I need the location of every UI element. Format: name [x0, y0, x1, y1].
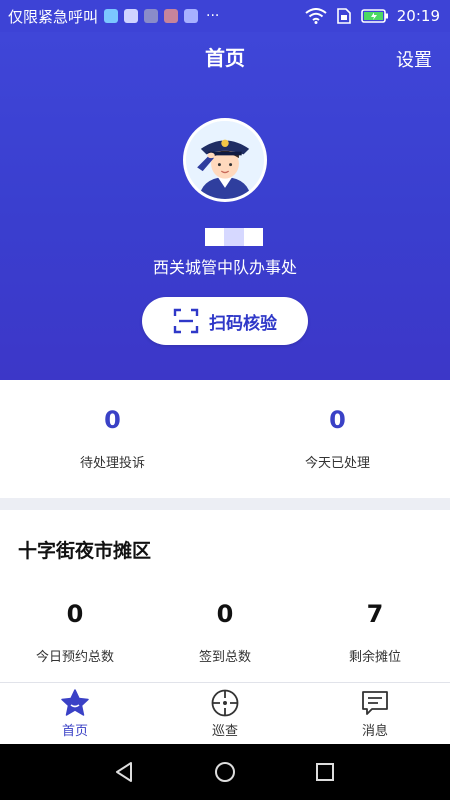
stats-card: 0 待处理投诉 0 今天已处理: [0, 380, 450, 498]
pending-complaints-stat[interactable]: 0 待处理投诉: [0, 406, 225, 471]
stat-label: 签到总数: [198, 650, 251, 665]
tab-patrol-label: 巡查: [211, 724, 238, 739]
pending-complaints-label: 待处理投诉: [79, 456, 145, 471]
back-icon[interactable]: [113, 761, 135, 783]
office-name: 西关城管中队办事处: [152, 258, 297, 277]
scan-verify-button[interactable]: 扫码核验: [142, 297, 308, 345]
sign-in-total-stat[interactable]: 0 签到总数: [150, 600, 300, 665]
officer-avatar-icon: [186, 121, 264, 199]
status-bar: 仅限紧急呼叫 ··· 20:19: [0, 0, 450, 32]
handled-today-value: 0: [329, 406, 346, 434]
tab-home[interactable]: 首页: [0, 688, 150, 739]
system-nav-bar: [0, 744, 450, 800]
status-right: 20:19: [305, 7, 450, 25]
carrier-text: 仅限紧急呼叫: [8, 7, 99, 26]
recent-apps-icon[interactable]: [314, 761, 336, 783]
scan-icon: [173, 308, 199, 334]
avatar: [183, 118, 267, 202]
tab-messages[interactable]: 消息: [300, 688, 450, 739]
page-title: 首页: [205, 46, 245, 70]
tab-messages-label: 消息: [361, 724, 388, 739]
remaining-stalls-stat[interactable]: 7 剩余摊位: [300, 600, 450, 665]
notification-app-icon: [184, 9, 199, 23]
battery-charging-icon: [360, 9, 388, 23]
market-card: 十字街夜市摊区 0 今日预约总数 0 签到总数 7 剩余摊位: [0, 510, 450, 682]
sim-card-icon: [336, 8, 351, 24]
scan-verify-label: 扫码核验: [209, 313, 277, 334]
section-divider: [0, 498, 450, 510]
stat-label: 剩余摊位: [348, 650, 401, 665]
wifi-icon: [305, 8, 327, 24]
stat-value: 7: [366, 600, 384, 628]
today-bookings-stat[interactable]: 0 今日预约总数: [0, 600, 150, 665]
stat-value: 0: [66, 600, 84, 628]
bottom-tab-bar: 首页 巡查 消息: [0, 682, 450, 745]
settings-button[interactable]: 设置: [396, 46, 432, 72]
handled-today-stat[interactable]: 0 今天已处理: [225, 406, 450, 471]
home-star-icon: [61, 689, 89, 716]
market-title: 十字街夜市摊区: [18, 540, 152, 562]
status-time: 20:19: [396, 7, 440, 25]
notification-app-icon: [164, 9, 179, 23]
stat-label: 今日预约总数: [35, 650, 114, 665]
notification-app-icon: [144, 9, 159, 23]
tab-home-label: 首页: [61, 724, 88, 739]
tab-patrol[interactable]: 巡查: [150, 688, 300, 739]
more-notifications-icon: ···: [206, 8, 220, 24]
profile-header: 首页 设置 西关城管中队办事处 扫码核验: [0, 32, 450, 380]
stat-value: 0: [216, 600, 234, 628]
handled-today-label: 今天已处理: [304, 456, 370, 471]
home-circle-icon[interactable]: [214, 761, 236, 783]
status-left: 仅限紧急呼叫 ···: [0, 6, 219, 27]
masked-user-name: [205, 228, 263, 246]
message-icon: [362, 691, 388, 715]
notification-app-icon: [104, 9, 119, 23]
patrol-target-icon: [211, 689, 239, 717]
pending-complaints-value: 0: [104, 406, 121, 434]
notification-app-icon: [124, 9, 139, 23]
